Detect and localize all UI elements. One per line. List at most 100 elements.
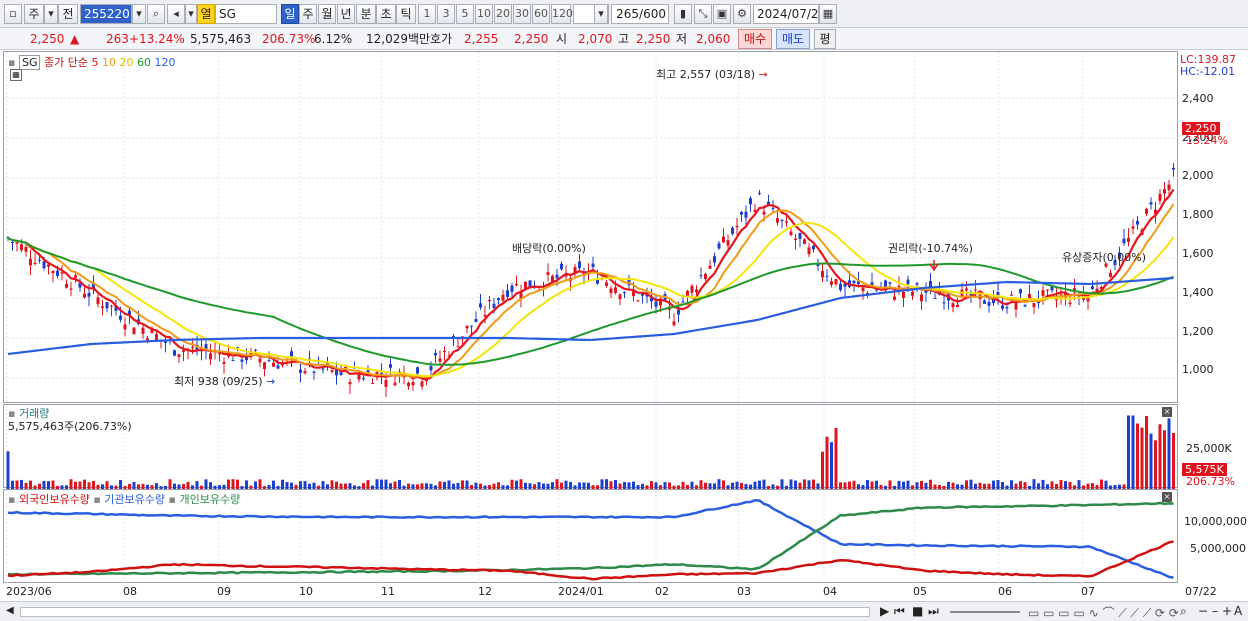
candle-body — [1005, 307, 1009, 309]
first-icon[interactable]: ⏮ — [894, 604, 905, 619]
candle-body — [56, 270, 59, 277]
candle-icon[interactable]: ▮ — [674, 4, 692, 24]
interval-30-button[interactable]: 30 — [513, 4, 531, 24]
candle-body — [794, 238, 797, 240]
x-tick-label: 2023/06 — [6, 585, 52, 598]
period-month-button[interactable]: 월 — [318, 4, 336, 24]
last-icon[interactable]: ⏭ — [928, 604, 939, 619]
chart-type-icon[interactable]: ▫ — [4, 4, 22, 24]
candle-body — [420, 381, 424, 387]
market-select[interactable]: 주 — [24, 4, 44, 24]
zoom-slider[interactable] — [950, 611, 1020, 613]
volume-bar — [1167, 418, 1171, 489]
legend-tag-icon: ▪ — [8, 56, 16, 69]
buy-button[interactable]: 매수 — [738, 29, 772, 49]
candle-body — [686, 290, 689, 296]
candle-body — [438, 358, 442, 362]
candle-body — [65, 283, 68, 288]
volume-bar — [875, 480, 878, 489]
stop-icon[interactable]: ■ — [912, 604, 923, 618]
stock-code-input[interactable]: 255220 — [80, 4, 132, 24]
settings-gear-icon[interactable]: ⚙ — [733, 4, 751, 24]
candle-body — [920, 294, 923, 302]
code-dropdown-icon[interactable]: ▾ — [132, 4, 146, 24]
scroll-right-icon[interactable]: ▶ — [880, 604, 889, 618]
period-tick-button[interactable]: 틱 — [396, 4, 416, 24]
candle-body — [443, 351, 446, 353]
candle-body — [803, 239, 806, 244]
period-year-button[interactable]: 년 — [337, 4, 355, 24]
count-field[interactable]: 265/600 — [611, 4, 669, 24]
volume-close-icon[interactable]: × — [1162, 407, 1172, 417]
holdings-close-icon[interactable]: × — [1162, 492, 1172, 502]
candle-body — [15, 242, 19, 244]
candle-body — [24, 247, 28, 252]
price-chart-pane[interactable]: ▪ SG 종가 단순 5 10 20 60 120 ▦ 최고 2,557 (03… — [3, 51, 1179, 404]
volume-bar — [398, 479, 401, 489]
legend-individual: 개인보유수량 — [179, 493, 241, 506]
volume-bar — [789, 479, 793, 489]
zoom-icon[interactable]: ⌕ — [1180, 604, 1187, 619]
candle-body — [906, 279, 910, 285]
interval-dropdown-icon[interactable]: ▾ — [594, 4, 608, 24]
candle-body — [384, 379, 388, 387]
candle-body — [1050, 286, 1054, 291]
legend-ma60: 60 — [136, 56, 151, 69]
scroll-left-icon[interactable]: ◀ — [6, 605, 14, 616]
calculator-icon[interactable]: ▦ — [10, 69, 22, 81]
minus-icon[interactable]: − — [1198, 604, 1208, 618]
layout-icons[interactable]: ▭ ▭ ▭ ▭ ∿ ⌒ ⟋ ⟋ ⟋ ⟳ ⟳ — [1028, 604, 1179, 621]
interval-20-button[interactable]: 20 — [494, 4, 512, 24]
candle-body — [173, 350, 176, 356]
period-day-button[interactable]: 일 — [281, 4, 299, 24]
candle-body — [434, 352, 437, 356]
plus-icon[interactable]: + — [1222, 604, 1232, 618]
interval-3-button[interactable]: 3 — [437, 4, 455, 24]
annotation-ex-rights: 권리락(-10.74%) — [888, 242, 973, 255]
candle-body — [834, 279, 838, 285]
holdings-pane[interactable]: ▪ 외국인보유수량 ▪ 기관보유수량 ▪ 개인보유수량 × — [3, 489, 1178, 584]
period-minute-button[interactable]: 분 — [356, 4, 376, 24]
period-week-button[interactable]: 주 — [299, 4, 317, 24]
volume-bar — [29, 480, 32, 489]
volume-bar — [119, 480, 122, 489]
search-icon[interactable]: ⌕ — [147, 4, 165, 24]
save-icon[interactable]: ▣ — [713, 4, 731, 24]
date-input[interactable]: 2024/07/22 — [753, 4, 826, 24]
calendar-icon[interactable]: ▦ — [819, 4, 837, 24]
name-tag[interactable]: 열 — [197, 4, 215, 24]
candle-body — [1023, 305, 1027, 307]
scrollbar-track[interactable] — [20, 607, 870, 617]
stock-name-field[interactable]: SG — [215, 4, 277, 24]
volume-bar — [996, 480, 1000, 489]
line-icon[interactable]: – — [1212, 604, 1218, 618]
candle-body — [839, 283, 842, 291]
speaker-dropdown-icon[interactable]: ▾ — [185, 4, 197, 24]
volume-bar — [605, 479, 608, 489]
interval-10-button[interactable]: 10 — [475, 4, 493, 24]
evaluate-button[interactable]: 평 — [814, 29, 836, 49]
candle-body — [546, 272, 550, 275]
speaker-icon[interactable]: ◂ — [167, 4, 185, 24]
candle-body — [1091, 286, 1094, 290]
interval-1-button[interactable]: 1 — [418, 4, 436, 24]
candle-body — [330, 370, 334, 372]
volume-bar — [537, 482, 541, 489]
candle-body — [155, 334, 158, 340]
interval-120-button[interactable]: 120 — [551, 4, 573, 24]
period-second-button[interactable]: 초 — [376, 4, 396, 24]
y-tick-1000: 1,000 — [1182, 363, 1214, 376]
volume-bar — [258, 479, 262, 489]
font-size-icon[interactable]: A — [1234, 604, 1242, 618]
sell-button[interactable]: 매도 — [776, 29, 810, 49]
volume-bar — [681, 481, 685, 489]
legend-stock: SG — [18, 55, 41, 70]
volume-bar — [78, 481, 82, 489]
volume-pane[interactable]: ▪ 거래량 5,575,463주(206.73%) × — [3, 404, 1178, 489]
scope-select[interactable]: 전 — [58, 4, 78, 24]
legend-ma120: 120 — [154, 56, 176, 69]
draw-tool-icon[interactable]: ⤡ — [694, 4, 712, 24]
interval-5-button[interactable]: 5 — [456, 4, 474, 24]
interval-60-button[interactable]: 60 — [532, 4, 550, 24]
market-dropdown-icon[interactable]: ▾ — [44, 4, 58, 24]
